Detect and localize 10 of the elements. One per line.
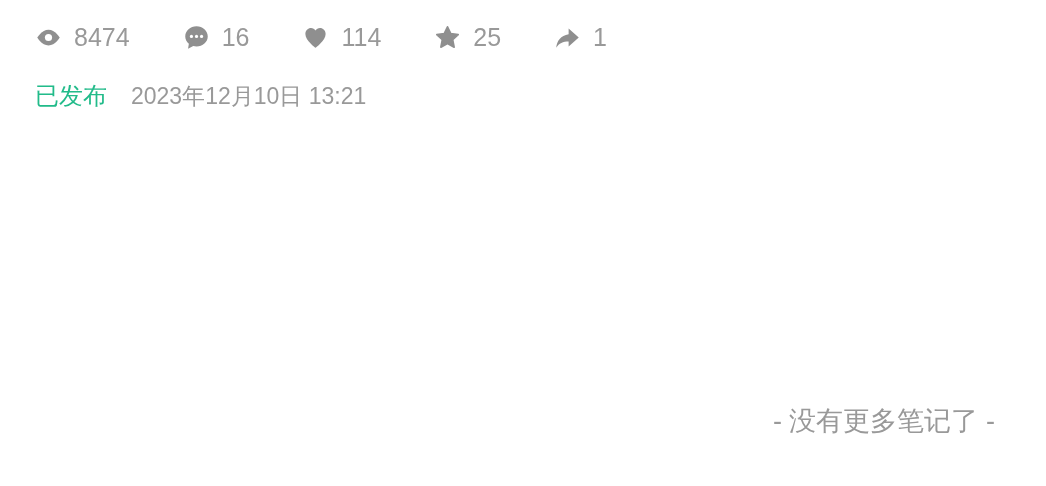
stat-count: 114	[341, 24, 382, 50]
star-icon	[434, 23, 462, 51]
publish-date: 2023年12月10日 13:21	[131, 84, 367, 108]
stat-count: 8474	[74, 24, 130, 50]
status-label: 已发布	[35, 84, 107, 108]
stat-count: 16	[221, 24, 250, 50]
speech-bubble-icon	[182, 23, 210, 51]
stat-count: 1	[593, 24, 607, 50]
stat-count: 25	[473, 24, 502, 50]
end-of-list-text: - 没有更多笔记了 -	[773, 408, 995, 435]
